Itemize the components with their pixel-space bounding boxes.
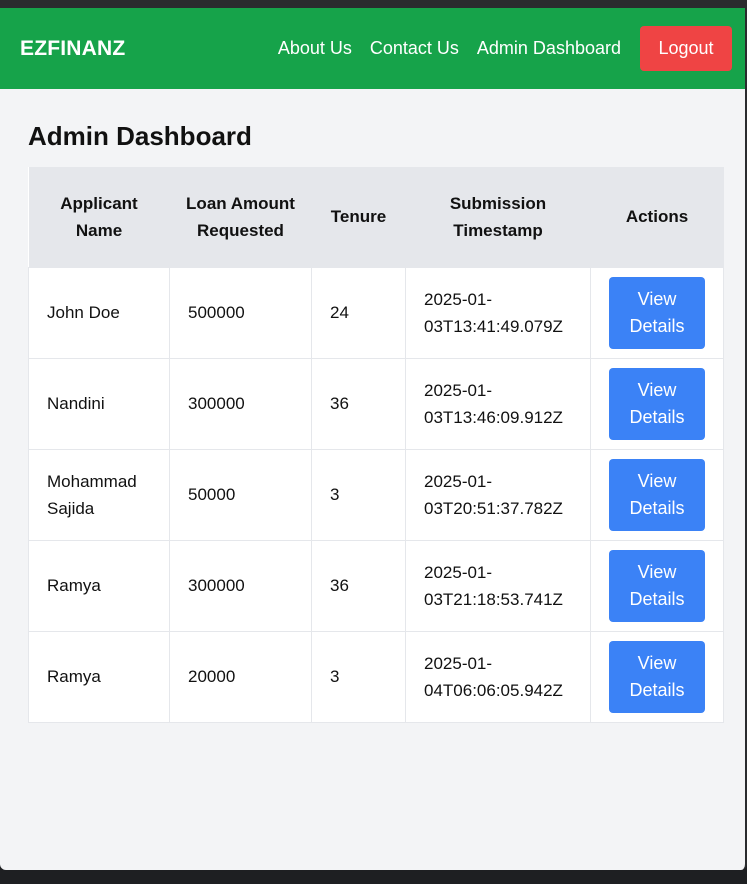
timestamp-date: 2025-01- bbox=[424, 653, 493, 673]
view-details-button[interactable]: View Details bbox=[609, 640, 705, 713]
table-row: Ramya 20000 3 2025-01- 04T06:06:05.942Z V… bbox=[28, 630, 724, 723]
cell-loan-amount: 20000 bbox=[169, 630, 312, 723]
navbar: EZFINANZ About Us Contact Us Admin Dashb… bbox=[0, 8, 745, 89]
table-row: Nandini 300000 36 2025-01- 03T13:46:09.91… bbox=[28, 357, 724, 450]
timestamp-time: 03T13:46:09.912Z bbox=[424, 407, 563, 427]
header-tenure: Tenure bbox=[330, 207, 387, 227]
cell-actions: View Details bbox=[590, 630, 724, 723]
cell-actions: View Details bbox=[590, 266, 724, 359]
nav-link-about-us[interactable]: About Us bbox=[278, 38, 352, 59]
nav-link-contact-us[interactable]: Contact Us bbox=[370, 38, 459, 59]
cell-loan-amount: 50000 bbox=[169, 448, 312, 541]
cell-applicant-name: Ramya bbox=[28, 539, 170, 632]
timestamp-time: 03T21:18:53.741Z bbox=[424, 589, 563, 609]
timestamp-time: 03T20:51:37.782Z bbox=[424, 498, 563, 518]
cell-loan-amount: 300000 bbox=[169, 357, 312, 450]
cell-loan-amount: 300000 bbox=[169, 539, 312, 632]
applications-table: Applicant Name Loan Amount Requested Ten… bbox=[28, 167, 724, 723]
timestamp-time: 03T13:41:49.079Z bbox=[424, 316, 563, 336]
cell-actions: View Details bbox=[590, 357, 724, 450]
timestamp-date: 2025-01- bbox=[424, 380, 493, 400]
cell-timestamp: 2025-01- 03T13:46:09.912Z bbox=[405, 357, 591, 450]
view-details-button[interactable]: View Details bbox=[609, 367, 705, 440]
cell-timestamp: 2025-01- 03T13:41:49.079Z bbox=[405, 266, 591, 359]
cell-applicant-name: Nandini bbox=[28, 357, 170, 450]
cell-actions: View Details bbox=[590, 539, 724, 632]
browser-window: EZFINANZ About Us Contact Us Admin Dashb… bbox=[0, 8, 747, 870]
page-title: Admin Dashboard bbox=[28, 121, 252, 151]
brand-logo[interactable]: EZFINANZ bbox=[20, 37, 125, 61]
cell-tenure: 24 bbox=[311, 266, 406, 359]
cell-tenure: 3 bbox=[311, 448, 406, 541]
nav-link-admin-dashboard[interactable]: Admin Dashboard bbox=[477, 38, 621, 59]
timestamp-time: 04T06:06:05.942Z bbox=[424, 680, 563, 700]
main-content: Admin Dashboard Applicant Name Loan Amou… bbox=[0, 89, 745, 723]
view-details-button[interactable]: View Details bbox=[609, 549, 705, 622]
view-details-button[interactable]: View Details bbox=[609, 458, 705, 531]
cell-tenure: 36 bbox=[311, 357, 406, 450]
header-loan-amount: Loan Amount Requested bbox=[186, 193, 295, 240]
cell-actions: View Details bbox=[590, 448, 724, 541]
cell-tenure: 36 bbox=[311, 539, 406, 632]
cell-loan-amount: 500000 bbox=[169, 266, 312, 359]
header-applicant-name: Applicant Name bbox=[60, 193, 138, 240]
timestamp-date: 2025-01- bbox=[424, 471, 493, 491]
logout-button[interactable]: Logout bbox=[640, 26, 732, 71]
timestamp-date: 2025-01- bbox=[424, 562, 493, 582]
header-submission-timestamp: Submission Timestamp bbox=[449, 193, 547, 240]
view-details-button[interactable]: View Details bbox=[609, 276, 705, 349]
cell-tenure: 3 bbox=[311, 630, 406, 723]
cell-timestamp: 2025-01- 03T20:51:37.782Z bbox=[405, 448, 591, 541]
cell-applicant-name: John Doe bbox=[28, 266, 170, 359]
table-row: Mohammad Sajida 50000 3 2025-01- 03T20:51… bbox=[28, 448, 724, 541]
window-top-edge bbox=[0, 0, 747, 8]
cell-timestamp: 2025-01- 04T06:06:05.942Z bbox=[405, 630, 591, 723]
cell-applicant-name: Mohammad Sajida bbox=[28, 448, 170, 541]
header-actions: Actions bbox=[625, 207, 689, 227]
table-row: Ramya 300000 36 2025-01- 03T21:18:53.741Z… bbox=[28, 539, 724, 632]
table-row: John Doe 500000 24 2025-01- 03T13:41:49.0… bbox=[28, 266, 724, 359]
cell-applicant-name: Ramya bbox=[28, 630, 170, 723]
timestamp-date: 2025-01- bbox=[424, 289, 493, 309]
table-header-row: Applicant Name Loan Amount Requested Ten… bbox=[28, 167, 724, 267]
nav-links: About Us Contact Us Admin Dashboard Logo… bbox=[278, 26, 732, 71]
cell-timestamp: 2025-01- 03T21:18:53.741Z bbox=[405, 539, 591, 632]
